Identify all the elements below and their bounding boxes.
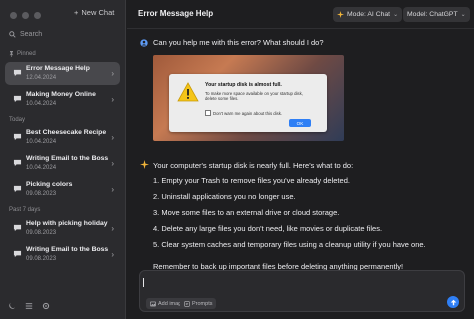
- search-icon: [9, 30, 16, 38]
- sidebar-chat-item[interactable]: Making Money Online 10.04.2024 ›: [5, 88, 120, 111]
- chevron-right-icon: ›: [111, 159, 114, 168]
- page-title: Error Message Help: [138, 9, 214, 18]
- chevron-right-icon: ›: [111, 95, 114, 104]
- sidebar-chat-item[interactable]: Error Message Help 12.04.2024 ›: [5, 62, 120, 85]
- dialog-checkbox: Don't warn me again about this disk.: [205, 110, 282, 116]
- image-icon: [150, 301, 156, 306]
- chat-bubble-icon: [13, 133, 22, 141]
- message-composer: Add image Prompts: [139, 270, 465, 312]
- new-chat-label: New Chat: [81, 8, 115, 17]
- sparkle-icon: [337, 11, 344, 18]
- error-dialog-image: Your startup disk is almost full. To mak…: [169, 74, 327, 132]
- chat-title: Picking colors: [26, 181, 73, 188]
- chat-title: Help with picking holiday: [26, 220, 108, 227]
- dialog-title: Your startup disk is almost full.: [205, 82, 282, 88]
- moon-icon[interactable]: [8, 302, 16, 310]
- chat-bubble-icon: [13, 250, 22, 258]
- chat-date: 09.08.2023: [26, 256, 57, 262]
- assistant-intro: Your computer's startup disk is nearly f…: [153, 161, 354, 170]
- sidebar-chat-item[interactable]: Best Cheesecake Recipe 10.04.2024 ›: [5, 126, 120, 149]
- dialog-ok-button: OK: [289, 119, 311, 127]
- plus-icon: +: [74, 8, 79, 17]
- chat-date: 10.04.2024: [26, 139, 57, 145]
- sidebar-chat-item[interactable]: Writing Email to the Boss 10.04.2024 ›: [5, 152, 120, 175]
- chevron-right-icon: ›: [111, 224, 114, 233]
- sidebar-chat-item[interactable]: Help with picking holiday 09.08.2023 ›: [5, 217, 120, 240]
- chat-title: Writing Email to the Boss: [26, 155, 109, 162]
- dialog-body: To make more space available on your sta…: [205, 91, 303, 101]
- chevron-right-icon: ›: [111, 250, 114, 259]
- chevron-right-icon: ›: [111, 133, 114, 142]
- arrow-up-icon: [450, 299, 456, 305]
- section-past-7-days: Past 7 days: [9, 207, 41, 213]
- user-message: Can you help me with this error? What sh…: [140, 38, 324, 47]
- search-placeholder: Search: [20, 30, 43, 38]
- user-message-text: Can you help me with this error? What sh…: [153, 38, 324, 47]
- chat-bubble-icon: [13, 159, 22, 167]
- chat-date: 12.04.2024: [26, 75, 57, 81]
- section-pinned: Pinned: [9, 51, 36, 57]
- mode-selector[interactable]: Mode: AI Chat ⌄: [333, 7, 403, 22]
- sidebar: + New Chat Search Pinned Error Message H…: [0, 0, 126, 319]
- list-item: 4. Delete any large files you don't need…: [153, 224, 383, 233]
- chat-title: Making Money Online: [26, 91, 96, 98]
- sparkle-icon: [140, 160, 149, 169]
- assistant-steps-list: 1. Empty your Trash to remove files you'…: [153, 176, 426, 256]
- chat-date: 09.08.2023: [26, 230, 57, 236]
- list-item: 1. Empty your Trash to remove files you'…: [153, 176, 350, 185]
- sidebar-chat-item[interactable]: Picking colors 09.08.2023 ›: [5, 178, 120, 201]
- attached-screenshot[interactable]: Your startup disk is almost full. To mak…: [153, 55, 344, 141]
- new-chat-button[interactable]: + New Chat: [74, 8, 114, 17]
- checkbox-icon: [205, 110, 211, 116]
- chevron-right-icon: ›: [111, 185, 114, 194]
- close-window-button[interactable]: [10, 12, 17, 19]
- prompts-button[interactable]: Prompts: [180, 298, 217, 309]
- chat-date: 10.04.2024: [26, 101, 57, 107]
- chevron-down-icon: ⌄: [460, 12, 466, 18]
- prompts-icon: [184, 300, 190, 307]
- send-button[interactable]: [447, 296, 459, 308]
- chat-header: Error Message Help Mode: AI Chat ⌄ Model…: [127, 0, 474, 29]
- message-input[interactable]: [146, 276, 430, 290]
- list-item: 5. Clear system caches and temporary fil…: [153, 240, 426, 249]
- list-icon[interactable]: [25, 302, 33, 310]
- pin-icon: [9, 51, 14, 57]
- chevron-down-icon: ⌄: [393, 12, 399, 18]
- chat-title: Error Message Help: [26, 65, 90, 72]
- model-selector[interactable]: Model: ChatGPT ⌄: [403, 7, 470, 22]
- chat-date: 10.04.2024: [26, 165, 57, 171]
- list-item: 3. Move some files to an external drive …: [153, 208, 340, 217]
- user-avatar-icon: [140, 38, 148, 47]
- zoom-window-button[interactable]: [34, 12, 41, 19]
- window-controls: [10, 12, 41, 19]
- chevron-right-icon: ›: [111, 69, 114, 78]
- chat-bubble-icon: [13, 95, 22, 103]
- sidebar-chat-item[interactable]: Writing Email to the Boss 09.08.2023 ›: [5, 243, 120, 266]
- gear-icon[interactable]: [42, 302, 50, 310]
- minimize-window-button[interactable]: [22, 12, 29, 19]
- chat-bubble-icon: [13, 69, 22, 77]
- sidebar-footer: [8, 302, 50, 310]
- chat-date: 09.08.2023: [26, 191, 57, 197]
- text-cursor: [143, 278, 144, 287]
- warning-icon: [177, 82, 199, 102]
- app-window: + New Chat Search Pinned Error Message H…: [0, 0, 474, 319]
- chat-bubble-icon: [13, 185, 22, 193]
- chat-title: Writing Email to the Boss: [26, 246, 109, 253]
- section-today: Today: [9, 117, 26, 123]
- search-field[interactable]: Search: [6, 28, 122, 40]
- chat-title: Best Cheesecake Recipe: [26, 129, 107, 136]
- chat-bubble-icon: [13, 224, 22, 232]
- list-item: 2. Uninstall applications you no longer …: [153, 192, 296, 201]
